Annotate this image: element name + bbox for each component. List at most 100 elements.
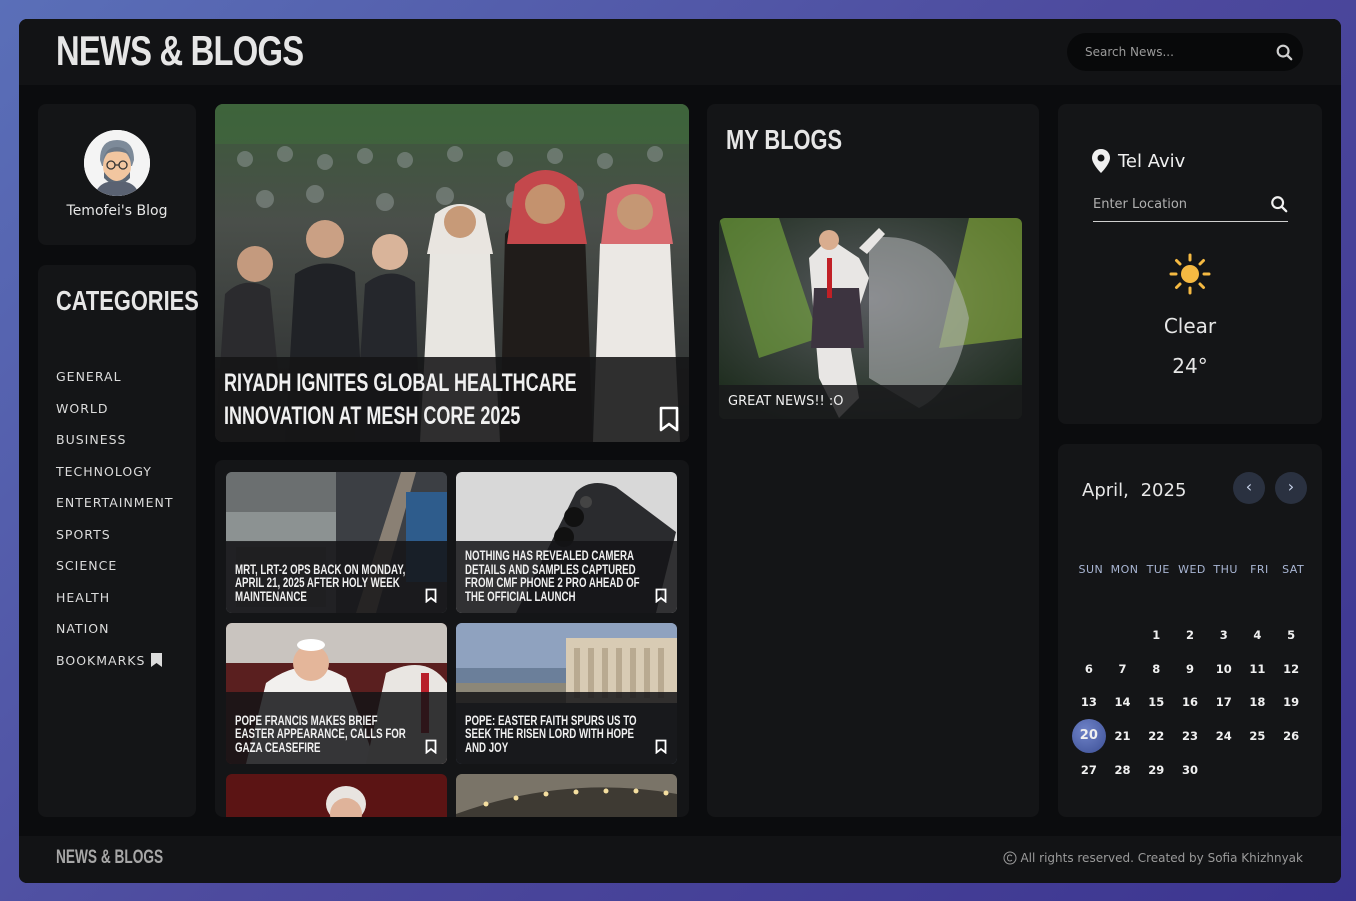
news-card[interactable]: POPE: EASTER FAITH SPURS US TO SEEK THE … [456, 623, 677, 764]
prev-month-button[interactable]: ‹ [1233, 472, 1265, 504]
calendar-day[interactable]: 5 [1274, 618, 1308, 652]
category-label: TECHNOLOGY [56, 463, 152, 479]
category-label: ENTERTAINMENT [56, 495, 174, 511]
calendar-year: 2025 [1140, 480, 1187, 501]
calendar-day[interactable]: 25 [1241, 719, 1275, 753]
category-label: WORLD [56, 400, 109, 416]
bookmark-icon[interactable] [659, 406, 679, 432]
bookmark-icon[interactable] [655, 739, 667, 754]
calendar-day[interactable]: 1 [1139, 618, 1173, 652]
calendar-day[interactable]: 3 [1207, 618, 1241, 652]
category-business[interactable]: BUSINESS [56, 424, 173, 456]
calendar-day[interactable]: 4 [1241, 618, 1275, 652]
calendar-day[interactable]: 15 [1139, 685, 1173, 719]
profile-card: Temofei's Blog [38, 104, 196, 245]
category-science[interactable]: SCIENCE [56, 550, 173, 582]
weather-condition: Clear [1163, 314, 1217, 338]
app-window: NEWS & BLOGS Temofei's Blog [19, 19, 1341, 883]
bookmark-icon[interactable] [655, 588, 667, 603]
calendar-day[interactable]: 10 [1207, 652, 1241, 686]
calendar-day[interactable]: 28 [1106, 753, 1140, 787]
calendar-blank [1072, 618, 1106, 652]
category-label: BOOKMARKS [56, 652, 146, 668]
calendar-day[interactable]: 30 [1173, 753, 1207, 787]
news-caption: MRT, LRT-2 OPS BACK ON MONDAY, APRIL 21,… [226, 541, 447, 613]
search-icon[interactable] [1270, 195, 1288, 213]
my-blogs-panel: MY BLOGS GREAT NEWS!!:O [707, 104, 1039, 817]
calendar-day[interactable]: 29 [1139, 753, 1173, 787]
category-technology[interactable]: TECHNOLOGY [56, 456, 173, 488]
category-general[interactable]: GENERAL [56, 361, 173, 393]
next-month-button[interactable]: › [1275, 472, 1307, 504]
bookmark-icon[interactable] [425, 739, 437, 754]
category-label: SPORTS [56, 526, 111, 542]
site-logo[interactable]: NEWS & BLOGS [56, 27, 304, 75]
calendar-day[interactable]: 22 [1139, 719, 1173, 753]
sun-icon [1169, 253, 1211, 295]
calendar-day[interactable]: 21 [1106, 719, 1140, 753]
news-image [226, 774, 447, 817]
news-title: NOTHING HAS REVEALED CAMERA DETAILS AND … [465, 548, 640, 604]
news-card[interactable] [226, 774, 447, 817]
profile-name[interactable]: Temofei's Blog [38, 203, 196, 219]
footer-logo[interactable]: NEWS & BLOGS [56, 847, 163, 869]
news-caption: POPE FRANCIS MAKES BRIEF EASTER APPEARAN… [226, 692, 447, 764]
calendar-blank [1106, 618, 1140, 652]
news-card[interactable] [456, 774, 677, 817]
calendar-day[interactable]: 8 [1139, 652, 1173, 686]
categories-panel: CATEGORIES GENERAL WORLD BUSINESS TECHNO… [38, 265, 199, 817]
calendar-day-today[interactable]: 20 [1071, 718, 1106, 753]
location-field [1093, 192, 1288, 222]
categories-title: CATEGORIES [56, 285, 199, 316]
calendar-day[interactable]: 2 [1173, 618, 1207, 652]
search-icon[interactable] [1275, 43, 1293, 61]
calendar-day[interactable]: 23 [1173, 719, 1207, 753]
calendar-day[interactable]: 7 [1106, 652, 1140, 686]
featured-caption: RIYADH IGNITES GLOBAL HEALTHCARE INNOVAT… [215, 357, 689, 442]
calendar-day[interactable]: 24 [1207, 719, 1241, 753]
news-card[interactable]: NOTHING HAS REVEALED CAMERA DETAILS AND … [456, 472, 677, 613]
featured-article[interactable]: RIYADH IGNITES GLOBAL HEALTHCARE INNOVAT… [215, 104, 689, 442]
bookmark-icon [151, 653, 163, 668]
chevron-left-icon: ‹ [1245, 477, 1253, 496]
calendar-day[interactable]: 6 [1072, 652, 1106, 686]
search-input[interactable] [1085, 42, 1265, 62]
weekday-label: SAT [1282, 563, 1305, 576]
copyright-text: All rights reserved. Created by Sofia Kh… [1020, 851, 1303, 865]
news-card[interactable]: POPE FRANCIS MAKES BRIEF EASTER APPEARAN… [226, 623, 447, 764]
header: NEWS & BLOGS [19, 19, 1341, 85]
weekday-label: FRI [1250, 563, 1269, 576]
calendar-month-name: April, [1082, 480, 1129, 501]
location-input[interactable] [1093, 192, 1253, 216]
category-nation[interactable]: NATION [56, 613, 173, 645]
calendar-day[interactable]: 26 [1274, 719, 1308, 753]
category-health[interactable]: HEALTH [56, 582, 173, 614]
blog-title: GREAT NEWS!! :O [728, 394, 844, 409]
calendar-day[interactable]: 27 [1072, 753, 1106, 787]
news-title: POPE: EASTER FAITH SPURS US TO SEEK THE … [465, 712, 637, 755]
category-entertainment[interactable]: ENTERTAINMENT [56, 487, 173, 519]
calendar-day[interactable]: 11 [1241, 652, 1275, 686]
weekday-label: MON [1110, 563, 1139, 576]
category-bookmarks[interactable]: BOOKMARKS [56, 645, 173, 677]
calendar-day[interactable]: 13 [1072, 685, 1106, 719]
category-world[interactable]: WORLD [56, 393, 173, 425]
featured-title[interactable]: RIYADH IGNITES GLOBAL HEALTHCARE INNOVAT… [224, 367, 649, 433]
blog-card[interactable]: GREAT NEWS!! :O [719, 218, 1022, 419]
calendar-day[interactable]: 12 [1274, 652, 1308, 686]
news-title: MRT, LRT-2 OPS BACK ON MONDAY, APRIL 21,… [235, 561, 406, 604]
category-sports[interactable]: SPORTS [56, 519, 173, 551]
weekday-label: WED [1178, 563, 1206, 576]
avatar[interactable] [84, 130, 150, 196]
calendar-day[interactable]: 19 [1274, 685, 1308, 719]
weekday-label: THU [1213, 563, 1238, 576]
calendar-day[interactable]: 17 [1207, 685, 1241, 719]
news-card[interactable]: MRT, LRT-2 OPS BACK ON MONDAY, APRIL 21,… [226, 472, 447, 613]
weather-city: Tel Aviv [1118, 150, 1186, 172]
calendar-day[interactable]: 18 [1241, 685, 1275, 719]
calendar-day[interactable]: 16 [1173, 685, 1207, 719]
calendar-day[interactable]: 14 [1106, 685, 1140, 719]
footer: NEWS & BLOGS All rights reserved. Create… [19, 836, 1341, 883]
bookmark-icon[interactable] [425, 588, 437, 603]
calendar-day[interactable]: 9 [1173, 652, 1207, 686]
